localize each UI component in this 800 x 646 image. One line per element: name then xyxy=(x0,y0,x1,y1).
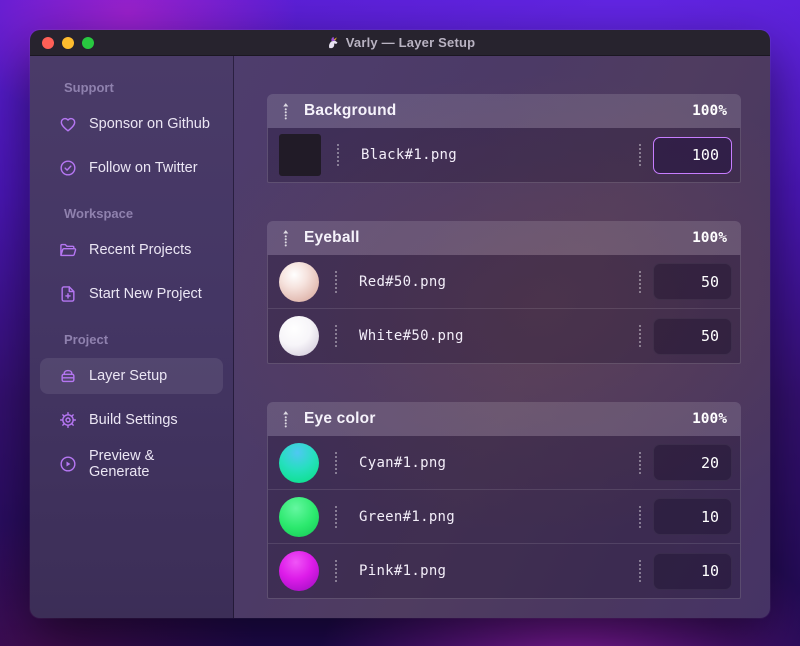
layer-group: Eye color 100% Cyan#1.png Green#1.png Pi… xyxy=(267,402,741,599)
minimize-button[interactable] xyxy=(62,36,74,49)
sidebar-item-label: Preview & Generate xyxy=(89,448,155,480)
layer-group-title: Eye color xyxy=(304,410,376,427)
dotted-divider xyxy=(335,505,337,528)
layer-thumbnail-white-sphere xyxy=(279,316,319,356)
unicorn-icon xyxy=(325,35,340,50)
layer-group-header: Eye color 100% xyxy=(267,402,741,436)
titlebar: Varly — Layer Setup xyxy=(30,30,770,56)
sidebar-item-recent-projects[interactable]: Recent Projects xyxy=(40,232,223,268)
layer-weight-input[interactable] xyxy=(653,136,732,174)
layer-filename: Green#1.png xyxy=(359,508,456,525)
layer-row: Red#50.png xyxy=(268,255,740,309)
dotted-divider xyxy=(639,505,641,528)
close-button[interactable] xyxy=(42,36,54,49)
layer-thumbnail-pearl-sphere xyxy=(279,261,319,302)
drag-handle-icon[interactable] xyxy=(281,229,291,248)
layer-row: Pink#1.png xyxy=(268,544,740,598)
sidebar-section-label: Project xyxy=(64,332,109,347)
layer-filename: White#50.png xyxy=(359,328,464,344)
layer-group: Background 100% Black#1.png xyxy=(267,94,741,183)
folder-open-icon xyxy=(58,240,78,260)
dotted-divider xyxy=(335,560,337,582)
layer-thumbnail-black-square xyxy=(279,134,321,176)
sidebar-item-label: Build Settings xyxy=(89,412,178,428)
layer-group-header: Eyeball 100% xyxy=(267,221,741,255)
heart-icon xyxy=(58,114,78,134)
dotted-divider xyxy=(639,560,641,582)
dotted-divider xyxy=(639,270,641,293)
layer-group-rows: Cyan#1.png Green#1.png Pink#1.png xyxy=(267,436,741,599)
dotted-divider xyxy=(639,325,641,347)
layer-row: White#50.png xyxy=(268,309,740,363)
badge-check-icon xyxy=(58,158,78,178)
gear-icon xyxy=(58,410,78,430)
dotted-divider xyxy=(335,325,337,347)
sidebar-item-start-new-project[interactable]: Start New Project xyxy=(40,276,223,312)
layer-list: Background 100% Black#1.png Eyeball 100%… xyxy=(234,56,770,618)
dotted-divider xyxy=(639,144,641,166)
window-controls xyxy=(42,30,94,55)
sidebar-item-preview-generate[interactable]: Preview & Generate xyxy=(40,446,223,482)
layer-group-weight: 100% xyxy=(692,230,727,246)
sidebar-section-label: Support xyxy=(64,80,114,95)
layer-thumbnail-cyan-sphere xyxy=(279,442,319,483)
layer-weight-input[interactable] xyxy=(653,263,732,300)
layer-thumbnail-green-sphere xyxy=(279,496,319,537)
layer-group-title: Eyeball xyxy=(304,229,360,246)
layer-group-weight: 100% xyxy=(692,411,727,427)
zoom-button[interactable] xyxy=(82,36,94,49)
layer-group-title: Background xyxy=(304,102,397,119)
window-body: Support Sponsor on Github Follow on Twit… xyxy=(30,56,770,618)
layer-filename: Pink#1.png xyxy=(359,563,447,579)
dotted-divider xyxy=(337,144,339,166)
sidebar-item-layer-setup[interactable]: Layer Setup xyxy=(40,358,223,394)
app-window: Varly — Layer Setup Support Sponsor on G… xyxy=(30,30,770,618)
dotted-divider xyxy=(639,451,641,474)
layer-row: Green#1.png xyxy=(268,490,740,544)
sidebar-item-label: Layer Setup xyxy=(89,368,168,384)
dotted-divider xyxy=(335,451,337,474)
sidebar-item-follow-on-twitter[interactable]: Follow on Twitter xyxy=(40,150,223,186)
layer-group-rows: Black#1.png xyxy=(267,128,741,183)
layer-row: Cyan#1.png xyxy=(268,436,740,490)
sidebar-item-label: Sponsor on Github xyxy=(89,116,210,132)
dotted-divider xyxy=(335,270,337,293)
layer-weight-input[interactable] xyxy=(653,444,732,481)
layer-row: Black#1.png xyxy=(268,128,740,182)
layer-weight-input[interactable] xyxy=(653,552,732,590)
layers-icon xyxy=(58,366,78,386)
window-title: Varly — Layer Setup xyxy=(325,35,476,50)
play-circle-icon xyxy=(58,454,78,474)
layer-weight-input[interactable] xyxy=(653,498,732,535)
layer-thumbnail-pink-sphere xyxy=(279,551,319,591)
sidebar-nav: Support Sponsor on Github Follow on Twit… xyxy=(30,56,234,618)
sidebar-item-build-settings[interactable]: Build Settings xyxy=(40,402,223,438)
window-title-text: Varly — Layer Setup xyxy=(345,35,476,50)
layer-group-weight: 100% xyxy=(692,103,727,119)
layer-filename: Cyan#1.png xyxy=(359,454,447,471)
layer-group-header: Background 100% xyxy=(267,94,741,128)
layer-group: Eyeball 100% Red#50.png White#50.png xyxy=(267,221,741,364)
drag-handle-icon[interactable] xyxy=(281,410,291,429)
sidebar-section: Workspace Recent Projects Start New Proj… xyxy=(30,206,233,312)
sidebar-section: Project Layer Setup Build Settings Previ… xyxy=(30,332,233,482)
layer-filename: Red#50.png xyxy=(359,273,447,290)
sidebar-section: Support Sponsor on Github Follow on Twit… xyxy=(30,80,233,186)
sidebar-section-label: Workspace xyxy=(64,206,134,221)
document-plus-icon xyxy=(58,284,78,304)
sidebar-item-label: Start New Project xyxy=(89,286,202,302)
drag-handle-icon[interactable] xyxy=(281,102,291,121)
sidebar-item-sponsor-on-github[interactable]: Sponsor on Github xyxy=(40,106,223,142)
layer-weight-input[interactable] xyxy=(653,317,732,355)
layer-filename: Black#1.png xyxy=(361,147,458,163)
sidebar-item-label: Follow on Twitter xyxy=(89,160,198,176)
layer-group-rows: Red#50.png White#50.png xyxy=(267,255,741,364)
sidebar-item-label: Recent Projects xyxy=(89,242,192,258)
